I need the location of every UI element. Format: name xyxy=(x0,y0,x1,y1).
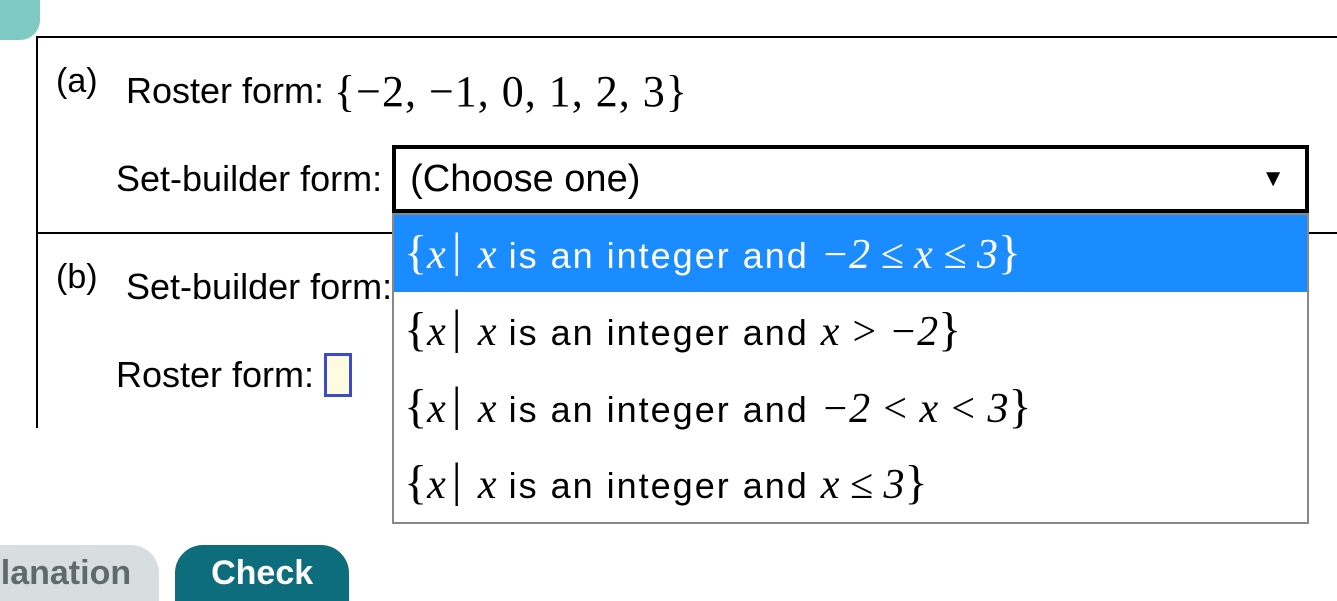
dropdown-option-2[interactable]: {x| x is an integer and −2 < x < 3} xyxy=(394,369,1307,446)
part-a: (a) Roster form: {−2, −1, 0, 1, 2, 3} Se… xyxy=(38,38,1337,234)
set-builder-label-a: Set-builder form: xyxy=(116,158,382,200)
dropdown-button[interactable]: (Choose one) ▼ xyxy=(392,145,1309,213)
bottom-bar: planation Check xyxy=(0,533,1337,601)
part-a-label: (a) xyxy=(56,56,116,101)
roster-form-value-a: {−2, −1, 0, 1, 2, 3} xyxy=(334,66,688,117)
dropdown-list: {x| x is an integer and −2 ≤ x ≤ 3}{x| x… xyxy=(392,213,1309,524)
question-panel: (a) Roster form: {−2, −1, 0, 1, 2, 3} Se… xyxy=(36,36,1337,428)
explanation-button[interactable]: planation xyxy=(0,545,159,601)
dropdown-option-1[interactable]: {x| x is an integer and x > −2} xyxy=(394,292,1307,369)
dropdown-option-3[interactable]: {x| x is an integer and x ≤ 3} xyxy=(394,445,1307,522)
roster-form-label-a: Roster form: xyxy=(126,70,324,112)
set-builder-label-b: Set-builder form: xyxy=(126,266,392,308)
part-a-setbuilder-row: Set-builder form: (Choose one) ▼ {x| x i… xyxy=(56,144,1309,214)
dropdown-option-0[interactable]: {x| x is an integer and −2 ≤ x ≤ 3} xyxy=(394,215,1307,292)
chevron-down-icon: ▼ xyxy=(1261,165,1285,193)
roster-input[interactable] xyxy=(324,353,352,397)
check-button[interactable]: Check xyxy=(175,545,349,601)
dropdown-placeholder: (Choose one) xyxy=(410,158,640,201)
roster-form-label-b: Roster form: xyxy=(116,354,314,396)
part-b-label: (b) xyxy=(56,252,116,297)
part-a-roster-row: (a) Roster form: {−2, −1, 0, 1, 2, 3} xyxy=(56,56,1309,126)
set-builder-dropdown: (Choose one) ▼ {x| x is an integer and −… xyxy=(392,145,1309,213)
tab-corner xyxy=(0,0,40,40)
